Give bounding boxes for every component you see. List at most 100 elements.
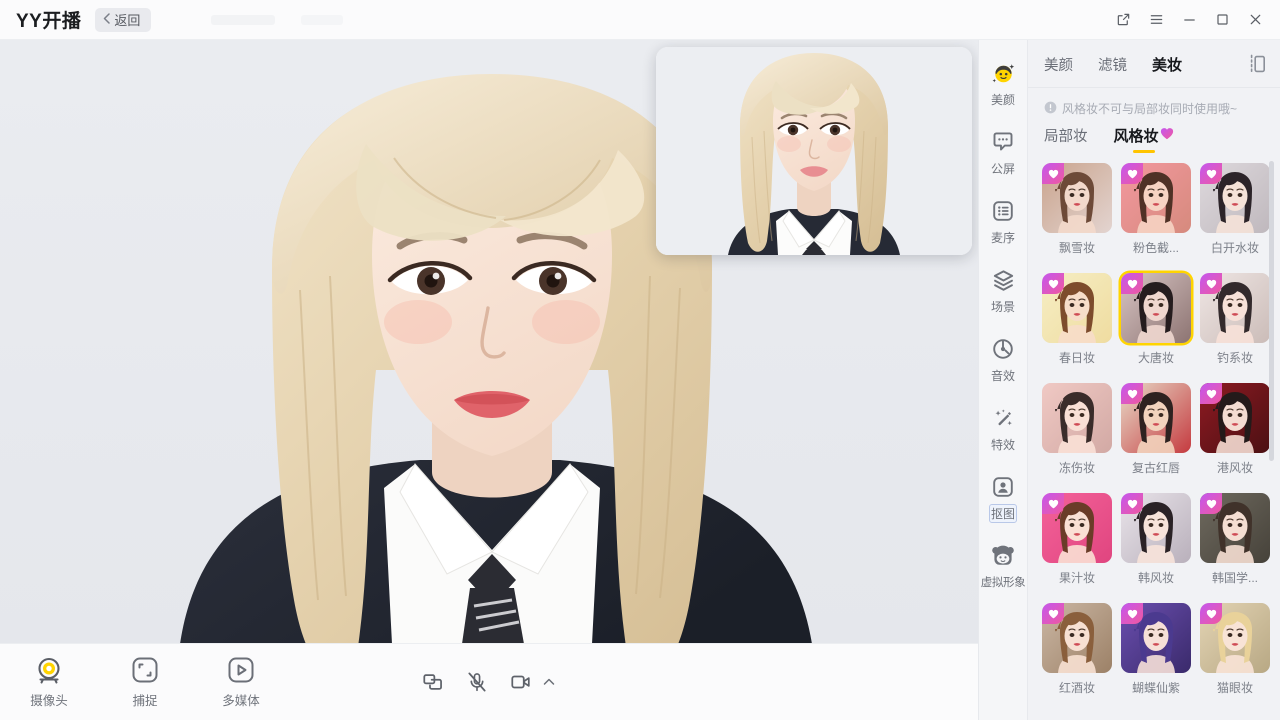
- rail-item-mic-queue[interactable]: 麦序: [978, 190, 1028, 252]
- panel-tab-bar: 美颜 滤镜 美妆: [1028, 40, 1280, 88]
- rail-item-virtual-avatar[interactable]: 虚拟形象: [978, 535, 1028, 596]
- makeup-style-thumbnail: [1121, 493, 1191, 563]
- makeup-style-thumbnail: [1042, 273, 1112, 343]
- makeup-style-item[interactable]: 猫眼妆: [1200, 603, 1270, 696]
- makeup-style-grid: 飘雪妆 粉色截... 白开水妆春日妆 大唐妆 钓系妆冻伤妆 复古红唇 港风妆果汁妆 韩风妆 韩国…: [1028, 161, 1280, 706]
- makeup-style-item[interactable]: 港风妆: [1200, 383, 1270, 476]
- favorite-heart-badge-icon[interactable]: [1200, 273, 1222, 294]
- rail-item-mic-queue-label: 麦序: [990, 231, 1015, 245]
- rail-item-cutout-label: 抠图: [988, 504, 1018, 523]
- title-bar: YY开播 返回: [0, 0, 1280, 40]
- makeup-style-item[interactable]: 果汁妆: [1042, 493, 1112, 586]
- favorite-heart-badge-icon[interactable]: [1200, 493, 1222, 514]
- makeup-style-item[interactable]: 春日妆: [1042, 273, 1112, 366]
- external-link-icon[interactable]: [1108, 6, 1138, 34]
- makeup-style-item[interactable]: 复古红唇: [1121, 383, 1191, 476]
- favorite-heart-badge-icon[interactable]: [1042, 603, 1064, 624]
- tab-beauty[interactable]: 美颜: [1044, 52, 1073, 75]
- makeup-style-label: 果汁妆: [1058, 571, 1095, 585]
- screen-share-icon[interactable]: [422, 671, 444, 693]
- webcam-tool-label: 摄像头: [30, 694, 68, 708]
- makeup-style-item[interactable]: 钓系妆: [1200, 273, 1270, 366]
- makeup-style-item[interactable]: 大唐妆: [1121, 273, 1191, 366]
- stage: 摄像头 捕捉 多媒体: [0, 40, 978, 720]
- makeup-style-label: 粉色截...: [1132, 241, 1179, 255]
- makeup-style-thumbnail: [1042, 383, 1112, 453]
- makeup-style-item[interactable]: 红酒妆: [1042, 603, 1112, 696]
- makeup-subtabs: 局部妆 风格妆: [1028, 123, 1280, 155]
- capture-tool-button[interactable]: 捕捉: [118, 655, 172, 709]
- rail-item-public-screen[interactable]: 公屏: [978, 121, 1028, 183]
- multimedia-tool-button[interactable]: 多媒体: [214, 655, 268, 709]
- makeup-style-label: 飘雪妆: [1058, 241, 1095, 255]
- webcam-tool-button[interactable]: 摄像头: [22, 655, 76, 709]
- favorite-heart-badge-icon[interactable]: [1121, 603, 1143, 624]
- makeup-style-item[interactable]: 冻伤妆: [1042, 383, 1112, 476]
- public-screen-icon: [991, 128, 1015, 156]
- menu-icon[interactable]: [1141, 6, 1171, 34]
- preview-window[interactable]: [656, 47, 972, 255]
- favorite-heart-badge-icon[interactable]: [1042, 273, 1064, 294]
- rail-item-special-effect[interactable]: 特效: [978, 397, 1028, 459]
- favorite-heart-badge-icon[interactable]: [1042, 163, 1064, 184]
- collapse-panel-icon[interactable]: [1246, 53, 1268, 75]
- cutout-icon: [991, 473, 1015, 501]
- makeup-style-thumbnail: [1200, 273, 1270, 343]
- back-button-label: 返回: [114, 13, 141, 28]
- rail-item-special-effect-label: 特效: [990, 438, 1015, 452]
- favorite-heart-badge-icon[interactable]: [1200, 383, 1222, 404]
- makeup-style-label: 大唐妆: [1137, 351, 1174, 365]
- makeup-style-item[interactable]: 粉色截...: [1121, 163, 1191, 256]
- placeholder-tab-b: [301, 14, 344, 25]
- camera-icon[interactable]: [510, 671, 532, 693]
- makeup-style-item[interactable]: 韩风妆: [1121, 493, 1191, 586]
- makeup-style-label: 韩国学...: [1211, 571, 1258, 585]
- makeup-style-item[interactable]: 飘雪妆: [1042, 163, 1112, 256]
- makeup-style-item[interactable]: 白开水妆: [1200, 163, 1270, 256]
- video-canvas[interactable]: [0, 40, 978, 643]
- rail-item-sound-effect[interactable]: 音效: [978, 328, 1028, 390]
- capture-icon: [131, 655, 159, 685]
- favorite-heart-badge-icon[interactable]: [1121, 383, 1143, 404]
- rail-item-beauty[interactable]: 美颜: [978, 52, 1028, 114]
- rail-item-cutout[interactable]: 抠图: [978, 466, 1028, 528]
- makeup-style-label: 复古红唇: [1131, 461, 1180, 475]
- subtab-partial-makeup-label: 局部妆: [1044, 129, 1088, 145]
- microphone-muted-icon[interactable]: [466, 671, 488, 693]
- favorite-heart-badge-icon[interactable]: [1121, 163, 1143, 184]
- makeup-style-label: 红酒妆: [1058, 681, 1095, 695]
- tab-filter[interactable]: 滤镜: [1098, 52, 1127, 75]
- minimize-icon[interactable]: [1174, 6, 1204, 34]
- feature-rail: 美颜 公屏 麦序 场景 音效 特效 抠图 虚拟形象: [978, 40, 1028, 720]
- tab-makeup[interactable]: 美妆: [1152, 52, 1182, 75]
- subtab-style-makeup[interactable]: 风格妆: [1114, 125, 1174, 155]
- makeup-style-scroll-area[interactable]: 飘雪妆 粉色截... 白开水妆春日妆 大唐妆 钓系妆冻伤妆 复古红唇 港风妆果汁妆 韩风妆 韩国…: [1028, 155, 1280, 720]
- rail-item-scene[interactable]: 场景: [978, 259, 1028, 321]
- rail-item-public-screen-label: 公屏: [990, 162, 1015, 176]
- favorite-heart-badge-icon[interactable]: [1121, 273, 1143, 294]
- scrollbar-track[interactable]: [1269, 155, 1277, 720]
- subtab-style-makeup-label: 风格妆: [1113, 128, 1159, 145]
- favorite-heart-badge-icon[interactable]: [1200, 163, 1222, 184]
- rail-item-sound-effect-label: 音效: [990, 369, 1015, 383]
- makeup-style-item[interactable]: 韩国学...: [1200, 493, 1270, 586]
- chevron-left-icon: [103, 12, 111, 27]
- favorite-heart-badge-icon[interactable]: [1042, 493, 1064, 514]
- makeup-style-item[interactable]: 蝴蝶仙紫: [1121, 603, 1191, 696]
- subtab-partial-makeup[interactable]: 局部妆: [1044, 125, 1088, 155]
- makeup-style-thumbnail: [1121, 383, 1191, 453]
- mic-queue-icon: [991, 197, 1015, 225]
- maximize-icon[interactable]: [1207, 6, 1237, 34]
- preview-window-video: [656, 47, 972, 255]
- favorite-heart-badge-icon[interactable]: [1121, 493, 1143, 514]
- makeup-style-thumbnail: [1200, 603, 1270, 673]
- scrollbar-thumb[interactable]: [1269, 161, 1274, 461]
- back-button[interactable]: 返回: [95, 7, 152, 32]
- makeup-style-thumbnail: [1042, 163, 1112, 233]
- makeup-style-label: 韩风妆: [1137, 571, 1174, 585]
- makeup-style-thumbnail: [1121, 273, 1191, 343]
- chevron-up-icon[interactable]: [542, 675, 556, 689]
- close-icon[interactable]: [1240, 6, 1270, 34]
- multimedia-icon: [227, 655, 255, 685]
- favorite-heart-badge-icon[interactable]: [1200, 603, 1222, 624]
